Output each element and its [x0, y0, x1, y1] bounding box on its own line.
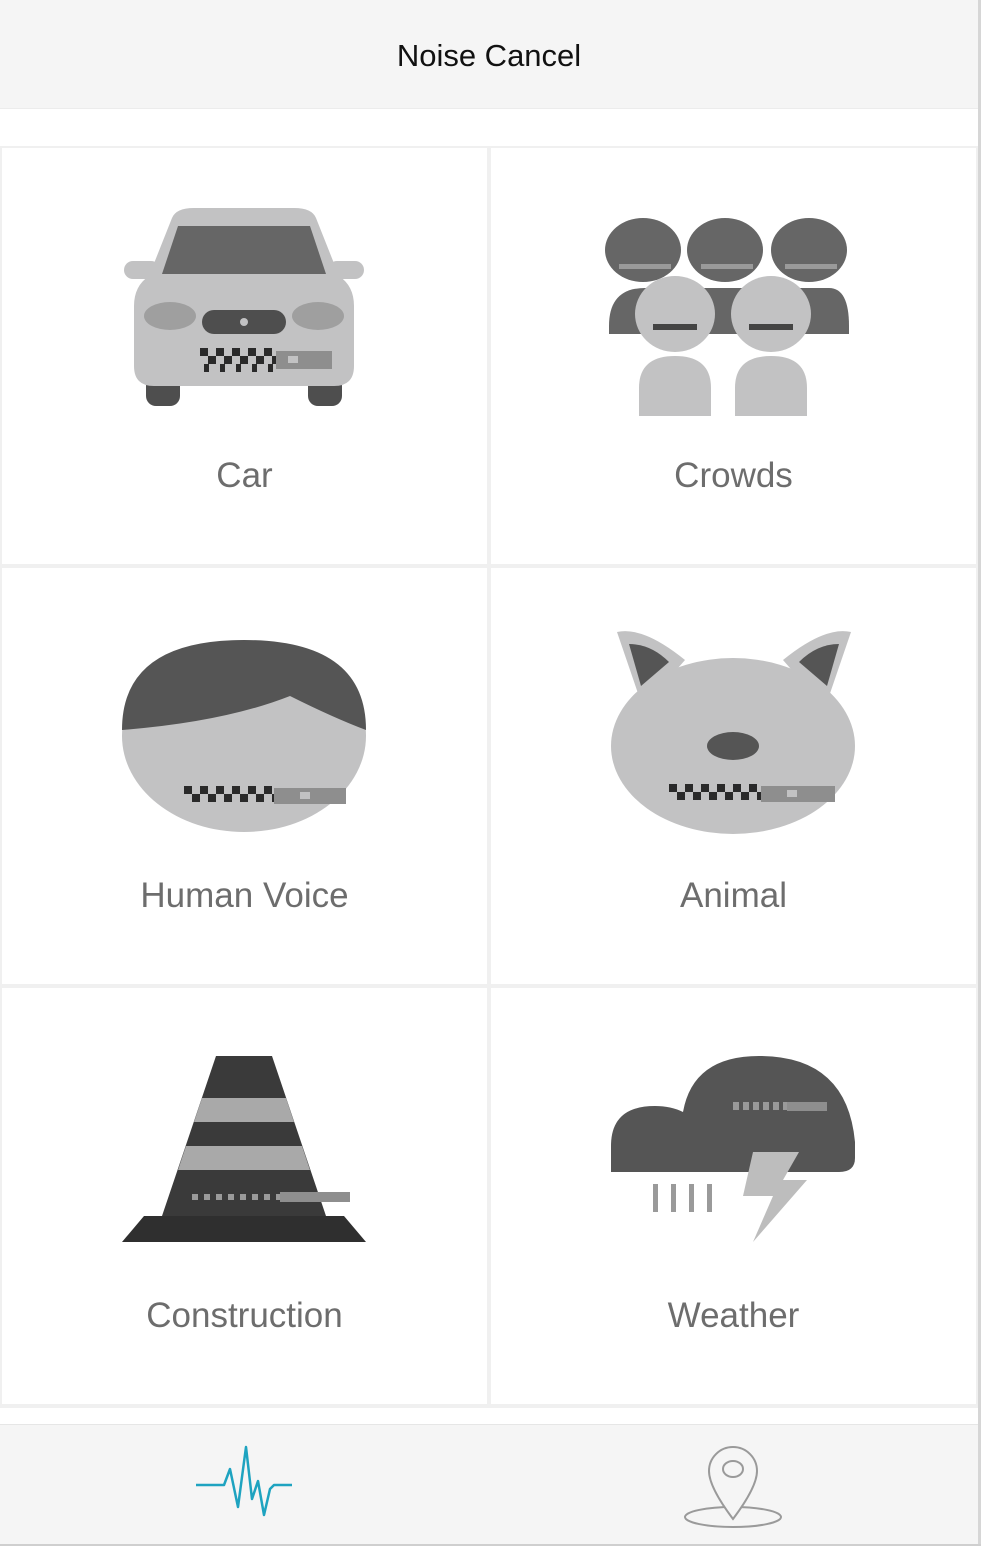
tab-noise-monitor[interactable]	[0, 1425, 489, 1545]
crowds-icon	[605, 218, 849, 416]
category-tile-crowds[interactable]: Crowds	[491, 148, 976, 564]
noise-category-grid: Car Crowds Human Voice Animal Constructi…	[0, 146, 978, 1408]
waveform-icon	[196, 1445, 292, 1517]
category-tile-human-voice[interactable]: Human Voice	[2, 568, 487, 984]
category-tile-construction[interactable]: Construction	[2, 988, 487, 1404]
tab-location[interactable]	[489, 1425, 978, 1545]
header-bar: Noise Cancel	[0, 0, 978, 109]
animal-icon	[611, 631, 855, 834]
category-label: Construction	[146, 1296, 343, 1335]
category-tile-car[interactable]: Car	[2, 148, 487, 564]
car-icon	[124, 208, 364, 406]
category-label: Weather	[667, 1296, 800, 1335]
category-label: Human Voice	[140, 876, 349, 915]
category-label: Car	[216, 456, 273, 495]
category-label: Crowds	[674, 456, 793, 495]
category-tile-weather[interactable]: Weather	[491, 988, 976, 1404]
page-title: Noise Cancel	[396, 38, 582, 73]
weather-storm-icon	[611, 1056, 855, 1242]
location-pin-icon	[684, 1446, 782, 1528]
construction-cone-icon	[122, 1056, 366, 1242]
human-voice-icon	[122, 640, 366, 832]
category-tile-animal[interactable]: Animal	[491, 568, 976, 984]
bottom-tab-bar	[0, 1424, 978, 1545]
category-label: Animal	[680, 876, 787, 915]
